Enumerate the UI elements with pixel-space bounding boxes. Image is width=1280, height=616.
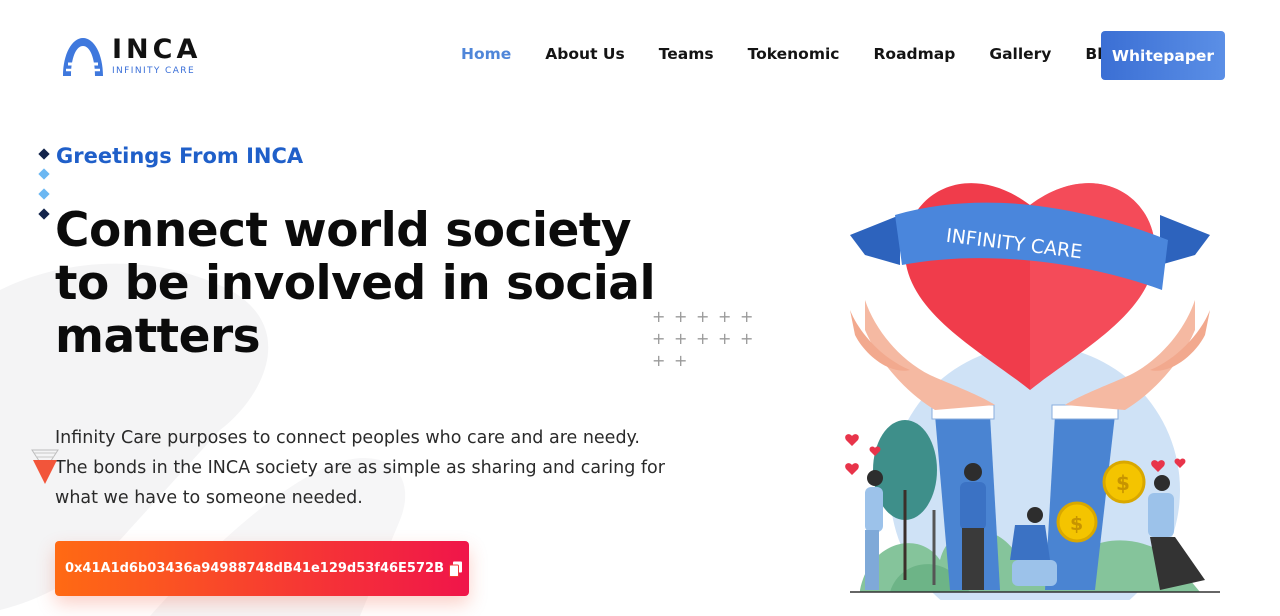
triangle-decoration bbox=[31, 449, 59, 484]
nav-gallery[interactable]: Gallery bbox=[989, 44, 1051, 64]
infinity-care-illustration: INFINITY CARE $ $ bbox=[845, 183, 1220, 600]
copy-icon[interactable] bbox=[448, 561, 463, 577]
logo-tagline: INFINITY CARE bbox=[112, 65, 196, 76]
hero-description: Infinity Care purposes to connect people… bbox=[55, 428, 665, 508]
hero-greeting: Greetings From INCA bbox=[56, 144, 304, 168]
contract-address: 0x41A1d6b03436a94988748dB41e129d53f46E57… bbox=[65, 561, 444, 576]
inca-logo-icon bbox=[63, 38, 103, 76]
svg-text:$: $ bbox=[1070, 513, 1083, 535]
nav-home[interactable]: Home bbox=[461, 44, 511, 64]
svg-text:$: $ bbox=[1116, 471, 1130, 495]
logo-name: INCA bbox=[112, 33, 202, 65]
main-nav: Home About Us Teams Tokenomic Roadmap Ga… bbox=[461, 44, 1158, 64]
nav-about-us[interactable]: About Us bbox=[545, 44, 624, 64]
hero-headline: Connect world society to be involved in … bbox=[55, 203, 656, 364]
contract-address-button[interactable]: 0x41A1d6b03436a94988748dB41e129d53f46E57… bbox=[55, 541, 469, 596]
nav-tokenomic[interactable]: Tokenomic bbox=[748, 44, 840, 64]
whitepaper-button[interactable]: Whitepaper bbox=[1101, 31, 1225, 80]
nav-roadmap[interactable]: Roadmap bbox=[873, 44, 955, 64]
brand-logo[interactable]: INCA INFINITY CARE bbox=[60, 34, 201, 78]
diamond-decoration bbox=[38, 148, 50, 230]
nav-teams[interactable]: Teams bbox=[659, 44, 714, 64]
